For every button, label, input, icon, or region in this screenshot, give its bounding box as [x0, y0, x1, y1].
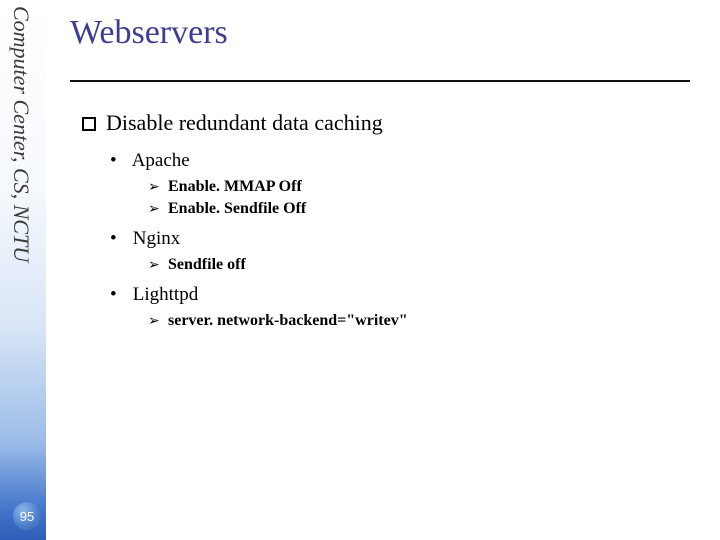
- sub-list: Enable. MMAP Off Enable. Sendfile Off: [168, 178, 700, 218]
- sub-list: server. network-backend="writev": [168, 312, 700, 330]
- list-item: Nginx Sendfile off: [128, 228, 700, 274]
- item-name: Lighttpd: [133, 284, 198, 305]
- sub-item: server. network-backend="writev": [168, 312, 700, 330]
- item-name: Apache: [132, 150, 190, 171]
- slide-title: Webservers: [70, 14, 700, 52]
- sub-item: Enable. MMAP Off: [168, 178, 700, 196]
- item-name: Nginx: [133, 228, 181, 249]
- title-rule: [70, 80, 690, 82]
- list-item: Lighttpd server. network-backend="writev…: [128, 284, 700, 330]
- slide-content: Webservers Disable redundant data cachin…: [70, 14, 700, 340]
- sub-list: Sendfile off: [168, 256, 700, 274]
- item-list: Apache Enable. MMAP Off Enable. Sendfile…: [128, 150, 700, 330]
- checkbox-bullet-icon: [82, 117, 96, 131]
- sidebar-label: Computer Center, CS, NCTU: [8, 6, 34, 262]
- page-number-badge: 95: [13, 502, 41, 530]
- sub-item: Sendfile off: [168, 256, 700, 274]
- section-heading-text: Disable redundant data caching: [106, 110, 383, 135]
- section-heading: Disable redundant data caching: [82, 110, 700, 136]
- sub-item: Enable. Sendfile Off: [168, 200, 700, 218]
- sidebar: Computer Center, CS, NCTU 95: [0, 0, 46, 540]
- list-item: Apache Enable. MMAP Off Enable. Sendfile…: [128, 150, 700, 218]
